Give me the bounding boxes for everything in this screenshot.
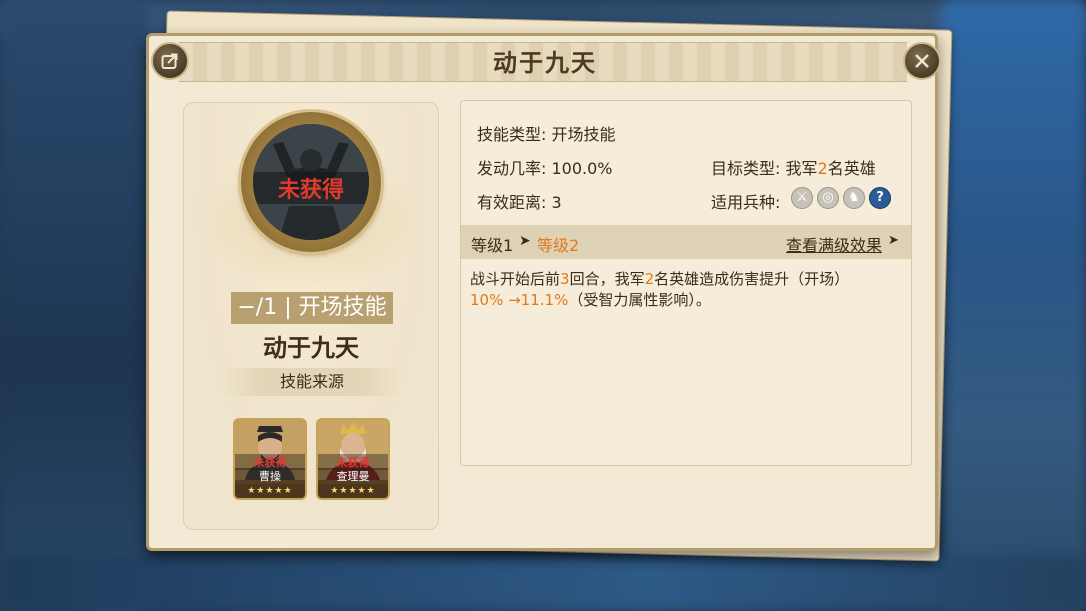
not-acquired-label: 未获得 [253, 172, 369, 204]
skill-type-value: 开场技能 [551, 125, 616, 144]
level-bar: 等级1 ➤ 等级2 查看满级效果 ➤ [461, 225, 911, 259]
target-type-row: 目标类型: 我军2名英雄 [711, 155, 876, 179]
target-type-value-suffix: 名英雄 [827, 159, 876, 178]
target-type-label: 目标类型: [711, 159, 781, 178]
desc-part: 名英雄造成伤害提升（开场） [654, 270, 850, 288]
hero-star-rating: ★★★★★ [235, 484, 305, 498]
desc-rounds: 3 [560, 270, 570, 288]
bg-left-list [0, 0, 150, 611]
view-max-level-link[interactable]: 查看满级效果 [786, 232, 882, 256]
unit-type-row: 适用兵种: [711, 189, 780, 213]
next-level: 等级2 [537, 236, 580, 255]
range-value: 3 [551, 193, 562, 212]
skill-source-label: 技能来源 [223, 368, 401, 396]
skill-type-row: 技能类型: 开场技能 [477, 121, 616, 145]
target-count: 2 [817, 159, 828, 178]
target-type-value-prefix: 我军 [785, 159, 818, 178]
desc-part: （受智力属性影响）。 [568, 291, 711, 309]
skill-detail-dialog: 动于九天 未获得 −/1 | 开场技能 动于九天 技能来源 未获得 曹操 ★★★… [146, 33, 941, 551]
chevron-right-icon[interactable]: ➤ [888, 233, 899, 248]
skill-description: 战斗开始后前3回合，我军2名英雄造成伤害提升（开场） 10% →11.1%（受智… [470, 269, 902, 311]
skill-info-panel: 技能类型: 开场技能 发动几率: 100.0% 有效距离: 3 目标类型: 我军… [460, 100, 912, 466]
share-button[interactable] [151, 42, 189, 80]
close-icon [915, 54, 929, 68]
share-icon [161, 53, 178, 69]
skill-name: 动于九天 [263, 334, 359, 362]
dialog-title: 动于九天 [493, 49, 597, 77]
target-icon: ◎ [817, 187, 839, 209]
sword-icon: ⚔ [791, 187, 813, 209]
skill-icon[interactable]: 未获得 [241, 112, 381, 252]
unit-type-label: 适用兵种: [711, 193, 781, 212]
hero-card-caocao[interactable]: 未获得 曹操 ★★★★★ [233, 418, 307, 500]
hero-name: 查理曼 [318, 468, 388, 484]
hero-star-rating: ★★★★★ [318, 484, 388, 498]
skill-tag: −/1 | 开场技能 [231, 292, 393, 324]
range-row: 有效距离: 3 [477, 189, 562, 213]
hero-name: 曹操 [235, 468, 305, 484]
skill-icon-art: 未获得 [253, 124, 369, 240]
desc-damage-range: 10% →11.1% [470, 291, 569, 309]
hero-card-charlemagne[interactable]: 未获得 查理曼 ★★★★★ [316, 418, 390, 500]
bg-bottom-bar [0, 555, 1086, 611]
arrow-right-icon: ➤ [519, 233, 531, 249]
desc-part: 回合，我军 [569, 270, 645, 288]
range-label: 有效距离: [477, 193, 547, 212]
trigger-rate-label: 发动几率: [477, 159, 547, 178]
skill-type-label: 技能类型: [477, 125, 547, 144]
unit-icons: ⚔ ◎ ♞? [791, 187, 895, 211]
horse-icon: ♞ [843, 187, 865, 209]
trigger-rate-row: 发动几率: 100.0% [477, 155, 613, 179]
trigger-rate-value: 100.0% [551, 159, 613, 178]
bg-right-panel [940, 0, 1086, 611]
desc-part: 战斗开始后前 [470, 270, 561, 288]
desc-hero-count: 2 [644, 270, 655, 288]
close-button[interactable] [903, 42, 941, 80]
current-level: 等级1 [471, 236, 514, 255]
question-icon[interactable]: ? [869, 187, 891, 209]
